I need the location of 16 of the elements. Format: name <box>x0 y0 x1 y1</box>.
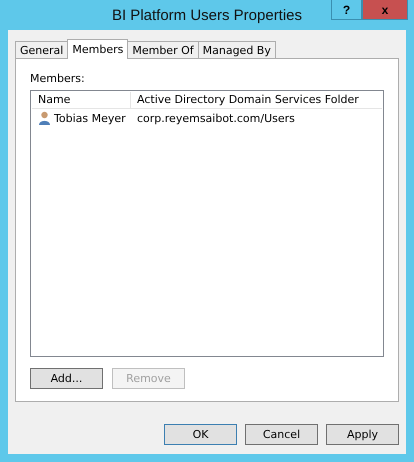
column-header[interactable]: Name <box>32 92 131 108</box>
dialog-button[interactable]: OK <box>164 424 237 445</box>
table-cell-text: corp.reyemsaibot.com/Users <box>136 112 295 124</box>
user-icon <box>38 111 51 125</box>
close-button[interactable]: x <box>362 0 408 20</box>
tab[interactable]: Managed By <box>198 41 276 58</box>
tab[interactable]: Members <box>67 39 128 59</box>
window-title: BI Platform Users Properties <box>112 6 302 24</box>
members-label: Members: <box>30 72 86 85</box>
list-button[interactable]: Add... <box>30 368 103 389</box>
tab[interactable]: General <box>15 41 68 58</box>
help-button[interactable]: ? <box>331 0 362 20</box>
column-header[interactable]: Active Directory Domain Services Folder <box>131 92 382 108</box>
dialog-button[interactable]: Cancel <box>245 424 318 445</box>
dialog-button[interactable]: Apply <box>326 424 399 445</box>
table-cell: Tobias Meyer <box>54 112 126 124</box>
